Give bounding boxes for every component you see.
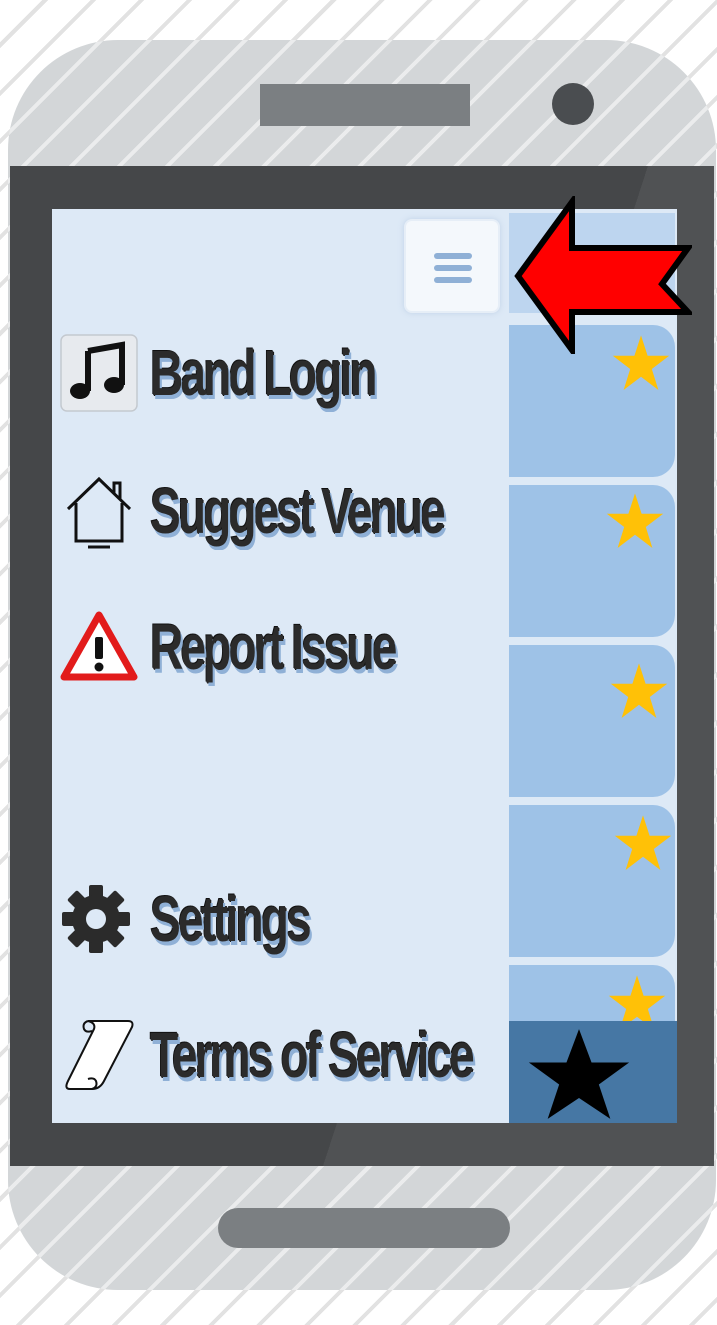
menu-item-label: Terms of Service bbox=[150, 1019, 475, 1091]
menu-item-report-issue[interactable]: Report Issue bbox=[60, 607, 500, 707]
star-icon[interactable] bbox=[613, 813, 673, 873]
red-arrow-icon bbox=[514, 196, 692, 354]
menu-item-label: Report Issue bbox=[150, 611, 397, 683]
list-item[interactable] bbox=[509, 645, 675, 797]
phone-home-button[interactable] bbox=[218, 1208, 510, 1248]
menu-item-band-login[interactable]: Band Login bbox=[60, 333, 500, 433]
menu-item-settings[interactable]: Settings bbox=[60, 879, 500, 979]
menu-item-terms-of-service[interactable]: Terms of Service bbox=[60, 1015, 500, 1115]
gear-icon bbox=[60, 879, 138, 959]
warning-icon bbox=[60, 607, 138, 687]
menu-item-label: Suggest Venue bbox=[150, 475, 446, 547]
star-icon[interactable] bbox=[525, 1027, 633, 1121]
menu-item-label: Settings bbox=[150, 883, 312, 955]
star-icon[interactable] bbox=[609, 661, 669, 721]
list-item[interactable] bbox=[509, 805, 675, 957]
phone-speaker bbox=[260, 84, 470, 126]
menu-toggle-button[interactable] bbox=[404, 219, 500, 313]
scroll-icon bbox=[60, 1015, 138, 1095]
house-icon bbox=[60, 471, 138, 551]
hamburger-icon bbox=[434, 253, 472, 283]
menu-item-label: Band Login bbox=[150, 337, 377, 409]
list-item[interactable] bbox=[509, 485, 675, 637]
phone-camera bbox=[552, 83, 594, 125]
music-note-icon bbox=[60, 333, 138, 413]
star-icon[interactable] bbox=[605, 491, 665, 551]
side-list-footer[interactable] bbox=[509, 1021, 677, 1123]
menu-item-suggest-venue[interactable]: Suggest Venue bbox=[60, 471, 500, 571]
